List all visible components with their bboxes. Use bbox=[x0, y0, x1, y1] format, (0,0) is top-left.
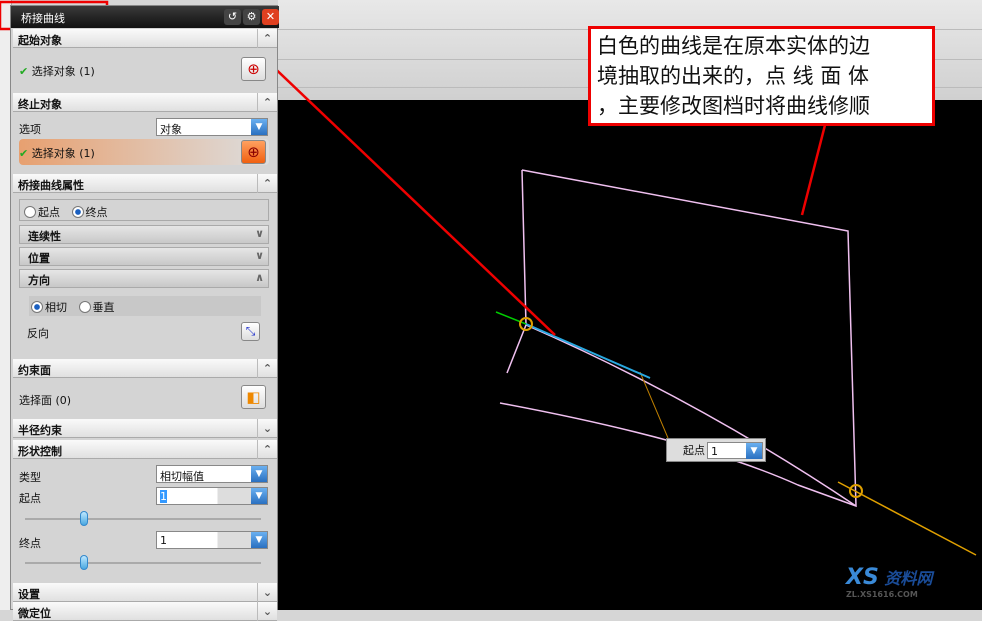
reverse-label: 反向 bbox=[27, 327, 49, 340]
dialog-titlebar[interactable]: 桥接曲线 ↺ ⚙ ✕ bbox=[11, 6, 279, 28]
section-micro-position[interactable]: 微定位 ⌄ bbox=[13, 602, 277, 621]
start-label: 起点 bbox=[19, 492, 41, 505]
annotation-line: 境抽取的出来的，点 线 面 体 bbox=[597, 64, 870, 88]
section-settings[interactable]: 设置 ⌄ bbox=[13, 583, 277, 602]
expand-icon[interactable]: ⌄ bbox=[257, 419, 277, 438]
section-radius-constraint[interactable]: 半径约束 ⌄ bbox=[13, 419, 277, 438]
gear-icon[interactable]: ⚙ bbox=[243, 9, 260, 25]
start-select-label: ✔ 选择对象 (1) bbox=[19, 65, 95, 78]
end-select-row[interactable]: ✔ 选择对象 (1) bbox=[19, 139, 269, 165]
reverse-direction-button[interactable]: ⤡ bbox=[241, 322, 260, 341]
section-shape-control[interactable]: 形状控制 ⌃ bbox=[13, 440, 277, 459]
collapse-icon[interactable]: ⌃ bbox=[257, 440, 277, 459]
expand-icon[interactable]: ⌄ bbox=[257, 602, 277, 621]
slider-thumb[interactable] bbox=[80, 555, 88, 570]
radio-end[interactable]: 终点 bbox=[71, 206, 108, 219]
radio-normal[interactable]: 垂直 bbox=[78, 301, 115, 314]
subsection-direction[interactable]: 方向 ∧ bbox=[19, 269, 269, 288]
radio-start[interactable]: 起点 bbox=[24, 206, 60, 219]
endpoint-radio-group: 起点 终点 bbox=[19, 199, 269, 221]
reset-icon[interactable]: ↺ bbox=[224, 9, 241, 25]
collapse-icon[interactable]: ⌃ bbox=[257, 174, 277, 193]
end-label: 终点 bbox=[19, 537, 41, 550]
bridge-curve-dialog: 桥接曲线 ↺ ⚙ ✕ 起始对象 ⌃ ✔ 选择对象 (1) ⊕ 终止对象 ⌃ 选项 对… bbox=[10, 5, 279, 621]
dialog-title: 桥接曲线 bbox=[21, 12, 65, 25]
collapse-icon[interactable]: ⌃ bbox=[257, 29, 277, 48]
type-select[interactable]: 相切幅值 ▼ bbox=[156, 465, 268, 483]
face-select-label: 选择面 (0) bbox=[19, 394, 72, 407]
select-face-button[interactable]: ◧ bbox=[241, 385, 266, 409]
annotation-line: 白色的曲线是在原本实体的边 bbox=[597, 34, 870, 58]
watermark-logo: XS 资料网 ZL.XS1616.COM bbox=[846, 565, 933, 599]
option-label: 选项 bbox=[19, 123, 41, 136]
start-value-field[interactable]: 1 ▼ bbox=[156, 487, 268, 505]
end-slider[interactable] bbox=[25, 555, 261, 570]
section-constraint-face[interactable]: 约束面 ⌃ bbox=[13, 359, 277, 378]
collapse-icon[interactable]: ⌃ bbox=[257, 359, 277, 378]
close-icon[interactable]: ✕ bbox=[262, 9, 279, 25]
handle-input[interactable]: 起点 1 ▼ bbox=[666, 438, 766, 462]
end-value-field[interactable]: 1 ▼ bbox=[156, 531, 268, 549]
type-label: 类型 bbox=[19, 471, 41, 484]
collapse-icon[interactable]: ⌃ bbox=[257, 93, 277, 112]
expand-icon[interactable]: ⌄ bbox=[257, 583, 277, 602]
subsection-continuity[interactable]: 连续性 ∨ bbox=[19, 225, 269, 244]
handle-label: 起点 bbox=[683, 444, 705, 457]
handle-value-field[interactable]: 1 ▼ bbox=[707, 442, 763, 459]
subsection-position[interactable]: 位置 ∨ bbox=[19, 247, 269, 266]
section-start-object[interactable]: 起始对象 ⌃ bbox=[13, 29, 277, 48]
radio-tangent[interactable]: 相切 bbox=[31, 301, 67, 314]
direction-radio-group: 相切 垂直 bbox=[29, 296, 261, 316]
slider-thumb[interactable] bbox=[80, 511, 88, 526]
option-select[interactable]: 对象 ▼ bbox=[156, 118, 268, 136]
annotation-callout: 白色的曲线是在原本实体的边 境抽取的出来的，点 线 面 体 ，主要修改图档时将曲… bbox=[588, 26, 935, 126]
start-slider[interactable] bbox=[25, 511, 261, 526]
section-properties[interactable]: 桥接曲线属性 ⌃ bbox=[13, 174, 277, 193]
crosshair-select-button[interactable]: ⊕ bbox=[241, 140, 266, 164]
crosshair-select-button[interactable]: ⊕ bbox=[241, 57, 266, 81]
annotation-line: ，主要修改图档时将曲线修顺 bbox=[597, 94, 870, 118]
section-end-object[interactable]: 终止对象 ⌃ bbox=[13, 93, 277, 112]
